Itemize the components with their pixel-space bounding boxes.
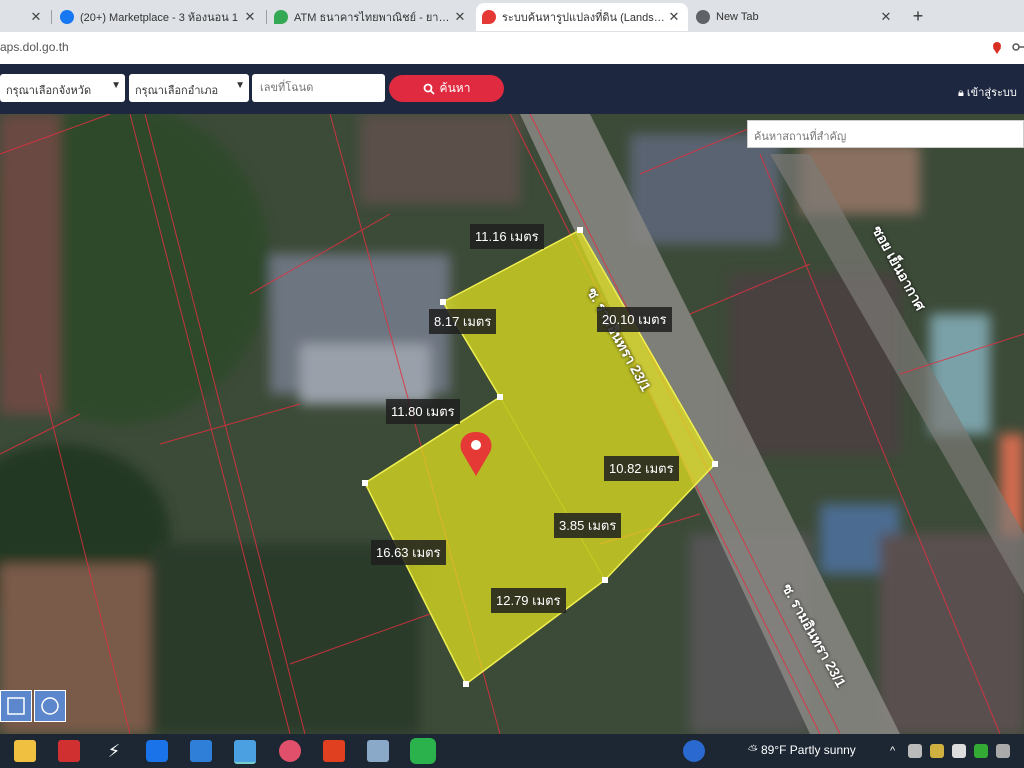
draw-polygon-button[interactable] <box>0 690 32 722</box>
close-tab-icon[interactable]: ✕ <box>242 9 258 25</box>
facebook-icon <box>60 10 74 24</box>
measurement-label: 3.85 เมตร <box>554 513 622 538</box>
browser-tab-active[interactable]: ระบบค้นหารูปแปลงที่ดิน (LandsMaps) ✕ <box>476 3 688 31</box>
browser-tab-bar: ✕ (20+) Marketplace - 3 ห้องนอน 1 ✕ ATM … <box>0 0 1024 32</box>
dropbox-icon[interactable] <box>146 740 168 762</box>
measurement-label: 12.79 เมตร <box>491 588 566 613</box>
close-tab-icon[interactable]: ✕ <box>452 9 468 25</box>
close-tab-icon[interactable]: ✕ <box>28 9 44 25</box>
address-bar[interactable]: aps.dol.go.th <box>0 32 1024 65</box>
chevron-up-icon[interactable]: ^ <box>890 740 900 762</box>
browser-tab[interactable]: (20+) Marketplace - 3 ห้องนอน 1 ✕ <box>54 3 264 31</box>
office-icon[interactable] <box>323 740 345 762</box>
circle-draw-icon <box>41 697 59 715</box>
measurement-label: 11.16 เมตร <box>470 224 544 249</box>
tray-icon[interactable] <box>952 744 966 758</box>
measurement-label: 16.63 เมตร <box>371 540 446 565</box>
close-tab-icon[interactable]: ✕ <box>666 9 682 25</box>
location-permission-icon[interactable] <box>990 40 1004 54</box>
login-link[interactable]: 🔒︎ เข้าสู่ระบบ <box>958 83 1017 101</box>
tray-icon[interactable] <box>908 744 922 758</box>
chevron-down-icon: ▼ <box>111 80 121 91</box>
weather-widget[interactable]: ⛅︎ 89°F Partly sunny <box>748 743 856 758</box>
close-tab-icon[interactable]: ✕ <box>878 9 894 25</box>
map-canvas[interactable]: ค้นหาสถานที่สำคัญ ซ. รามอินทรา 23/1 ซ. ร… <box>0 114 1024 734</box>
mail-icon[interactable] <box>190 740 212 762</box>
chrome-icon <box>696 10 710 24</box>
search-icon <box>423 83 435 95</box>
paint-icon[interactable] <box>279 740 301 762</box>
key-icon[interactable] <box>1012 40 1024 54</box>
file-explorer-icon[interactable] <box>14 740 36 762</box>
place-search-input[interactable]: ค้นหาสถานที่สำคัญ <box>747 120 1024 148</box>
district-select[interactable]: กรุณาเลือกอำเภอ ▼ <box>129 74 249 102</box>
browser-icon[interactable] <box>234 740 256 764</box>
line-icon[interactable] <box>410 738 436 764</box>
bolt-icon[interactable]: ⚡︎ <box>103 740 125 762</box>
tray-icon[interactable] <box>930 744 944 758</box>
help-icon[interactable] <box>683 740 705 762</box>
tray-icon[interactable] <box>974 744 988 758</box>
draw-circle-button[interactable] <box>34 690 66 722</box>
tray-icon[interactable] <box>996 744 1010 758</box>
chevron-down-icon: ▼ <box>235 80 245 91</box>
measurement-label: 8.17 เมตร <box>429 309 497 334</box>
app-icon[interactable] <box>58 740 80 762</box>
measurement-label: 20.10 เมตร <box>597 307 672 332</box>
measurement-label: 11.80 เมตร <box>386 399 460 424</box>
satellite-map[interactable] <box>0 114 1024 734</box>
maps-pin-icon <box>274 10 288 24</box>
province-select[interactable]: กรุณาเลือกจังหวัด ▼ <box>0 74 125 102</box>
browser-tab[interactable]: ✕ <box>0 3 50 31</box>
browser-tab[interactable]: New Tab ✕ <box>690 3 900 31</box>
new-tab-button[interactable]: + <box>906 5 930 27</box>
measurement-label: 10.82 เมตร <box>604 456 679 481</box>
site-header: กรุณาเลือกจังหวัด ▼ กรุณาเลือกอำเภอ ▼ ค้… <box>0 64 1024 114</box>
url-text[interactable]: aps.dol.go.th <box>0 40 69 54</box>
square-draw-icon <box>7 697 25 715</box>
notepad-icon[interactable] <box>367 740 389 762</box>
location-pin-icon <box>482 10 496 24</box>
browser-tab[interactable]: ATM ธนาคารไทยพาณิชย์ - ยามาธาน ✕ <box>268 3 474 31</box>
search-button[interactable]: ค้นหา <box>389 75 504 102</box>
parcel-number-input[interactable] <box>252 74 385 102</box>
taskbar: ⚡︎ ⛅︎ 89°F Partly sunny ^ <box>0 734 1024 768</box>
partly-sunny-icon: ⛅︎ <box>748 743 758 757</box>
lock-icon: 🔒︎ <box>958 87 964 99</box>
